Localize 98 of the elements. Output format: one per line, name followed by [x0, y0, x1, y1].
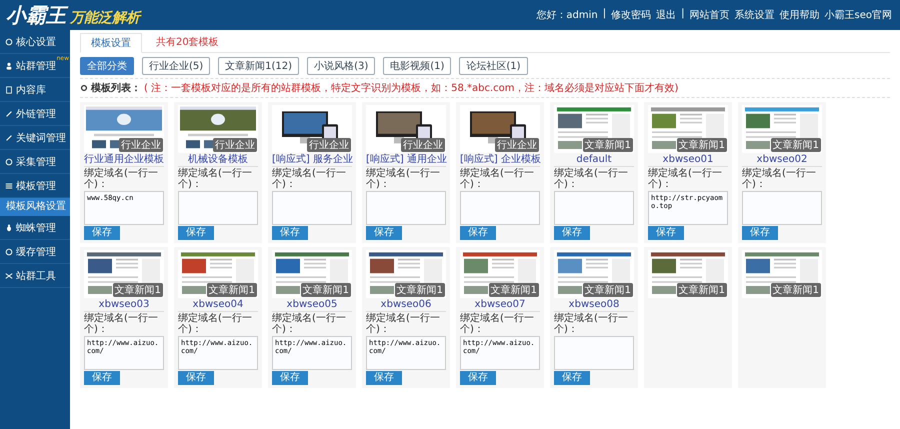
field-label: 绑定域名(一行一个)： — [272, 168, 347, 190]
domain-field[interactable] — [742, 191, 822, 225]
field-label: 绑定域名(一行一个)： — [554, 168, 629, 190]
category-tag: 行业企业 — [307, 138, 351, 152]
sidebar-item[interactable]: 站群工具 — [0, 264, 70, 288]
header-link[interactable]: 退出 — [656, 8, 676, 22]
template-name[interactable]: xbwseo03 — [84, 299, 164, 312]
field-label: 绑定域名(一行一个)： — [648, 168, 723, 190]
sidebar-item[interactable]: 核心设置 — [0, 30, 70, 54]
domain-field[interactable] — [554, 191, 634, 225]
field-label: 绑定域名(一行一个)： — [84, 168, 159, 190]
filter-button[interactable]: 行业企业(5) — [142, 57, 210, 75]
list-title: 模板列表： — [91, 82, 141, 95]
category-tag: 文章新闻1 — [582, 138, 633, 152]
filter-button[interactable]: 全部分类 — [80, 57, 134, 75]
filter-button[interactable]: 小说风格(3) — [307, 57, 376, 75]
category-tag: 文章新闻1 — [676, 283, 727, 297]
category-tag: 文章新闻1 — [394, 283, 445, 297]
field-label: 绑定域名(一行一个)： — [460, 313, 535, 335]
logo: 小霸王 万能泛解析 — [6, 2, 140, 28]
template-name[interactable]: [响应式] 通用企业 — [366, 154, 446, 167]
save-button[interactable]: 保存 — [84, 371, 120, 385]
header-link[interactable]: 您好：admin — [536, 8, 598, 22]
template-name[interactable]: xbwseo04 — [178, 299, 258, 312]
domain-field[interactable] — [178, 191, 258, 225]
field-label: 绑定域名(一行一个)： — [178, 313, 253, 335]
bug-icon — [5, 224, 13, 232]
category-tag: 文章新闻1 — [770, 283, 821, 297]
template-name[interactable]: xbwseo01 — [648, 154, 728, 167]
sidebar-item[interactable]: 缓存管理 — [0, 240, 70, 264]
tab[interactable]: 模板设置 — [80, 33, 142, 53]
field-label: 绑定域名(一行一个)： — [84, 313, 159, 335]
category-tag: 文章新闻1 — [770, 138, 821, 152]
save-button[interactable]: 保存 — [460, 226, 496, 240]
header-link[interactable]: | — [681, 8, 685, 22]
category-tag: 行业企业 — [401, 138, 445, 152]
template-name[interactable]: 机械设备模板 — [178, 154, 258, 167]
list-icon — [5, 182, 13, 190]
sidebar-item[interactable]: 关键词管理 — [0, 126, 70, 150]
template-name[interactable]: [响应式] 服务企业 — [272, 154, 352, 167]
filter-button[interactable]: 文章新闻1(12) — [218, 57, 300, 75]
field-label: 绑定域名(一行一个)： — [554, 313, 629, 335]
field-label: 绑定域名(一行一个)： — [366, 313, 441, 335]
save-button[interactable]: 保存 — [554, 226, 590, 240]
filter-button[interactable]: 论坛社区(1) — [459, 57, 528, 75]
header-link[interactable]: 使用帮助 — [780, 8, 820, 22]
header-link[interactable]: 系统设置 — [734, 8, 775, 22]
field-label: 绑定域名(一行一个)： — [178, 168, 253, 190]
category-tag: 行业企业 — [119, 138, 163, 152]
template-name[interactable]: [响应式] 企业模板 — [460, 154, 540, 167]
field-label: 绑定域名(一行一个)： — [460, 168, 535, 190]
header-link[interactable]: 修改密码 — [611, 8, 652, 22]
save-button[interactable]: 保存 — [554, 371, 590, 385]
template-name[interactable]: xbwseo07 — [460, 299, 540, 312]
save-button[interactable]: 保存 — [84, 226, 120, 240]
category-tag: 文章新闻1 — [582, 283, 633, 297]
save-button[interactable]: 保存 — [178, 371, 214, 385]
user-icon — [5, 62, 13, 70]
sidebar-subitem[interactable]: 模板风格设置 — [0, 198, 70, 216]
save-button[interactable]: 保存 — [272, 226, 308, 240]
sidebar-item[interactable]: 采集管理 — [0, 150, 70, 174]
save-button[interactable]: 保存 — [460, 371, 496, 385]
save-button[interactable]: 保存 — [366, 226, 402, 240]
template-name[interactable]: xbwseo02 — [742, 154, 822, 167]
domain-field[interactable] — [366, 191, 446, 225]
save-button[interactable]: 保存 — [366, 371, 402, 385]
category-tag: 文章新闻1 — [488, 283, 539, 297]
field-label: 绑定域名(一行一个)： — [272, 313, 347, 335]
header-link[interactable]: | — [602, 8, 606, 22]
save-button[interactable]: 保存 — [648, 226, 684, 240]
category-tag: 行业企业 — [495, 138, 539, 152]
header-link[interactable]: 网站首页 — [690, 8, 730, 22]
list-note: ( 注：一套模板对应的是所有的站群模板，特定文字识别为模板，如：58.*abc.com，注：域名必须是对应站下面才有效) — [144, 82, 678, 95]
template-name[interactable]: xbwseo08 — [554, 299, 634, 312]
sidebar-item[interactable]: 内容库 — [0, 78, 70, 102]
template-name[interactable]: 行业通用企业模板 — [84, 154, 164, 167]
sidebar-item[interactable]: 外链管理 — [0, 102, 70, 126]
filter-button[interactable]: 电影视频(1) — [383, 57, 452, 75]
domain-field[interactable] — [272, 191, 352, 225]
sidebar-item[interactable]: 蜘蛛管理 — [0, 216, 70, 240]
field-label: 绑定域名(一行一个)： — [742, 168, 817, 190]
template-name[interactable]: xbwseo05 — [272, 299, 352, 312]
domain-field[interactable] — [460, 191, 540, 225]
category-tag: 文章新闻1 — [300, 283, 351, 297]
header-link[interactable]: 小霸王seo官网 — [824, 8, 892, 22]
field-label: 绑定域名(一行一个)： — [366, 168, 441, 190]
category-tag: 行业企业 — [213, 138, 257, 152]
domain-field[interactable] — [554, 336, 634, 370]
tab[interactable]: 共有20套模板 — [146, 33, 229, 52]
save-button[interactable]: 保存 — [742, 226, 778, 240]
save-button[interactable]: 保存 — [178, 226, 214, 240]
doc-icon — [5, 86, 13, 94]
category-tag: 文章新闻1 — [676, 138, 727, 152]
category-tag: 文章新闻1 — [206, 283, 257, 297]
template-name[interactable]: default — [554, 154, 634, 167]
template-name[interactable]: xbwseo06 — [366, 299, 446, 312]
category-tag: 文章新闻1 — [112, 283, 163, 297]
save-button[interactable]: 保存 — [272, 371, 308, 385]
